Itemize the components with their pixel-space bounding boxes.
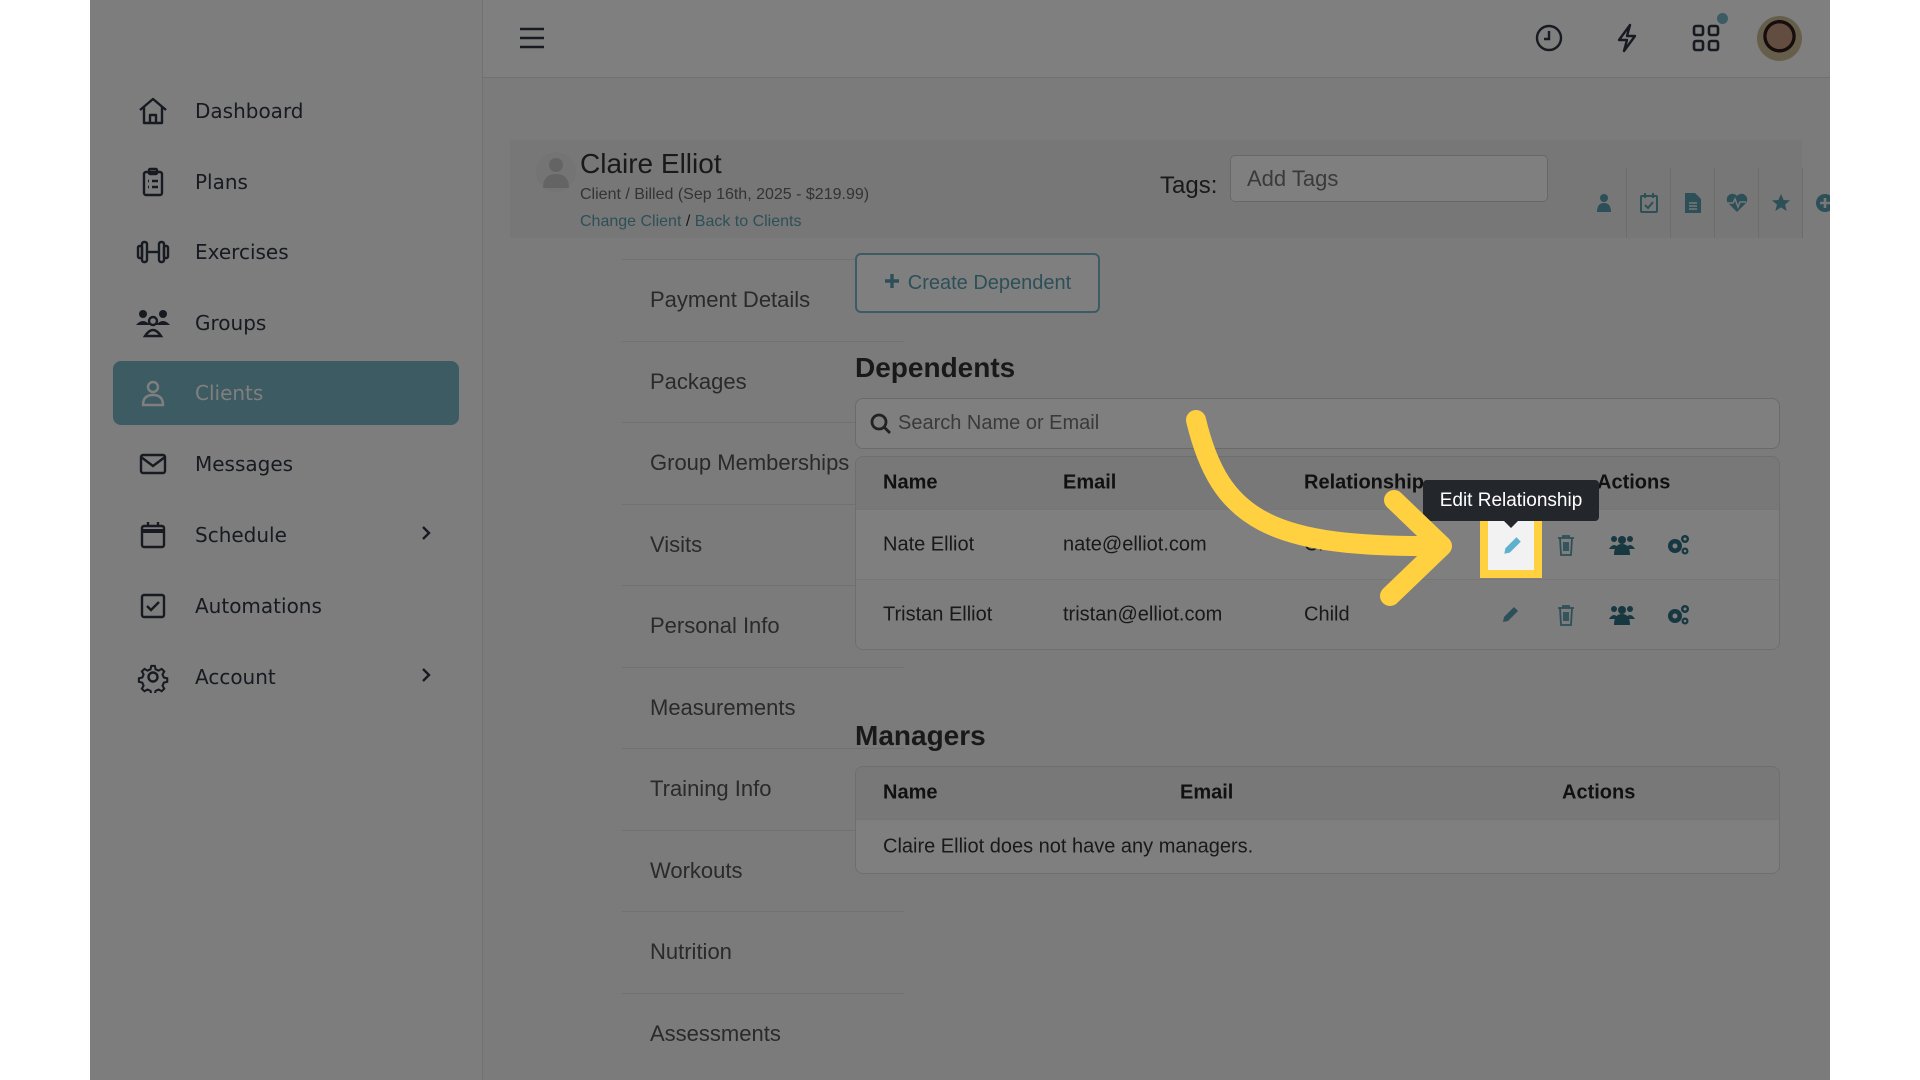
users-icon[interactable] bbox=[1608, 601, 1636, 629]
tags-label: Tags: bbox=[1160, 172, 1218, 199]
pencil-icon[interactable] bbox=[1496, 601, 1524, 629]
sidebar-item-label: Messages bbox=[195, 452, 294, 476]
sidebar-item-label: Account bbox=[195, 665, 276, 689]
column-header-actions: Actions bbox=[1597, 471, 1671, 494]
column-header-relationship: Relationship bbox=[1304, 471, 1425, 494]
gears-icon[interactable] bbox=[1664, 531, 1692, 559]
sidebar-item-schedule[interactable]: Schedule bbox=[113, 503, 459, 567]
sidebar-item-label: Dashboard bbox=[195, 99, 304, 123]
tags-input[interactable] bbox=[1230, 155, 1548, 202]
dumbbell-icon bbox=[135, 234, 171, 270]
notification-dot bbox=[1717, 13, 1728, 24]
menu-icon[interactable] bbox=[519, 27, 545, 54]
dependent-name: Tristan Elliot bbox=[883, 603, 993, 625]
gears-icon[interactable] bbox=[1664, 601, 1692, 629]
sidebar-item-label: Automations bbox=[195, 594, 322, 618]
sidebar-item-dashboard[interactable]: Dashboard bbox=[113, 79, 459, 143]
clock-icon[interactable] bbox=[1533, 22, 1565, 59]
client-billing-status: Client / Billed (Sep 16th, 2025 - $219.9… bbox=[580, 186, 870, 203]
avatar[interactable] bbox=[1757, 16, 1802, 61]
sidebar-item-label: Schedule bbox=[195, 523, 287, 547]
clipboard-icon bbox=[135, 164, 171, 200]
app-window: Dashboard Plans Exercises Groups Clients bbox=[90, 0, 1830, 1080]
users-icon bbox=[135, 305, 171, 341]
column-header-email: Email bbox=[1180, 781, 1234, 804]
column-header-actions: Actions bbox=[1562, 781, 1636, 804]
edit-relationship-tooltip: Edit Relationship bbox=[1423, 480, 1599, 521]
dependent-name: Nate Elliot bbox=[883, 533, 975, 555]
heartbeat-icon[interactable] bbox=[1714, 168, 1758, 238]
client-links: Change Client / Back to Clients bbox=[580, 213, 801, 231]
user-icon bbox=[135, 375, 171, 411]
chevron-right-icon bbox=[419, 665, 433, 690]
create-dependent-button[interactable]: Create Dependent bbox=[855, 253, 1100, 313]
dependent-email: tristan@elliot.com bbox=[1063, 603, 1223, 625]
dependent-relationship: Child bbox=[1304, 603, 1350, 625]
sidebar-item-account[interactable]: Account bbox=[113, 645, 459, 709]
pencil-icon[interactable] bbox=[1501, 535, 1523, 562]
lightning-icon[interactable] bbox=[1611, 22, 1643, 59]
calendar-icon bbox=[135, 517, 171, 553]
home-icon bbox=[135, 93, 171, 129]
plus-circle-icon[interactable] bbox=[1802, 168, 1830, 238]
calendar-check-icon[interactable] bbox=[1626, 168, 1670, 238]
column-header-name: Name bbox=[883, 471, 938, 494]
client-avatar-icon bbox=[536, 152, 576, 192]
trash-icon[interactable] bbox=[1552, 601, 1580, 629]
gear-icon bbox=[135, 659, 171, 695]
sidebar-item-plans[interactable]: Plans bbox=[113, 150, 459, 214]
sidebar-item-label: Exercises bbox=[195, 240, 289, 264]
sidebar-item-label: Clients bbox=[195, 381, 264, 405]
plus-icon bbox=[884, 272, 900, 295]
sidebar-item-messages[interactable]: Messages bbox=[113, 432, 459, 496]
profile-icon[interactable] bbox=[1582, 168, 1626, 238]
table-row: Tristan Elliot tristan@elliot.com Child bbox=[856, 579, 1779, 649]
dependent-email: nate@elliot.com bbox=[1063, 533, 1207, 555]
empty-row: Claire Elliot does not have any managers… bbox=[856, 819, 1779, 873]
search-input[interactable] bbox=[898, 399, 1758, 448]
users-icon[interactable] bbox=[1608, 531, 1636, 559]
column-header-email: Email bbox=[1063, 471, 1117, 494]
tooltip-arrow bbox=[1503, 520, 1519, 528]
managers-title: Managers bbox=[855, 720, 986, 751]
checkbox-icon bbox=[135, 588, 171, 624]
create-dependent-label: Create Dependent bbox=[907, 271, 1072, 294]
change-client-link[interactable]: Change Client bbox=[580, 213, 681, 230]
sidebar-item-exercises[interactable]: Exercises bbox=[113, 220, 459, 284]
link-separator: / bbox=[685, 213, 691, 230]
column-header-name: Name bbox=[883, 781, 938, 804]
no-managers-message: Claire Elliot does not have any managers… bbox=[883, 835, 1254, 857]
dependent-relationship: Child bbox=[1304, 533, 1350, 555]
managers-table: Name Email Actions Claire Elliot does no… bbox=[855, 766, 1780, 874]
client-action-icons bbox=[1582, 168, 1830, 238]
subnav-nutrition[interactable]: Nutrition bbox=[622, 911, 904, 993]
subnav-assessments[interactable]: Assessments bbox=[622, 992, 904, 1075]
dependents-search bbox=[855, 398, 1780, 449]
sidebar-item-label: Groups bbox=[195, 311, 267, 335]
dependents-table: Name Email Relationship Actions Nate Ell… bbox=[855, 456, 1780, 650]
chevron-right-icon bbox=[419, 523, 433, 548]
sidebar-item-automations[interactable]: Automations bbox=[113, 574, 459, 638]
sidebar-item-label: Plans bbox=[195, 170, 248, 194]
table-header: Name Email Relationship Actions bbox=[856, 457, 1779, 509]
sidebar-item-groups[interactable]: Groups bbox=[113, 291, 459, 355]
grid-icon[interactable] bbox=[1690, 22, 1722, 59]
table-row: Nate Elliot nate@elliot.com Child bbox=[856, 509, 1779, 579]
sidebar: Dashboard Plans Exercises Groups Clients bbox=[90, 0, 483, 1080]
sidebar-item-clients[interactable]: Clients bbox=[113, 361, 459, 425]
client-header: Claire Elliot Client / Billed (Sep 16th,… bbox=[510, 140, 1830, 238]
document-icon[interactable] bbox=[1670, 168, 1714, 238]
search-icon bbox=[869, 412, 893, 441]
client-name: Claire Elliot bbox=[580, 148, 722, 179]
back-to-clients-link[interactable]: Back to Clients bbox=[695, 213, 802, 230]
table-header: Name Email Actions bbox=[856, 767, 1779, 819]
envelope-icon bbox=[135, 446, 171, 482]
dependents-title: Dependents bbox=[855, 352, 1016, 383]
star-icon[interactable] bbox=[1758, 168, 1802, 238]
trash-icon[interactable] bbox=[1552, 531, 1580, 559]
top-bar bbox=[483, 0, 1830, 78]
